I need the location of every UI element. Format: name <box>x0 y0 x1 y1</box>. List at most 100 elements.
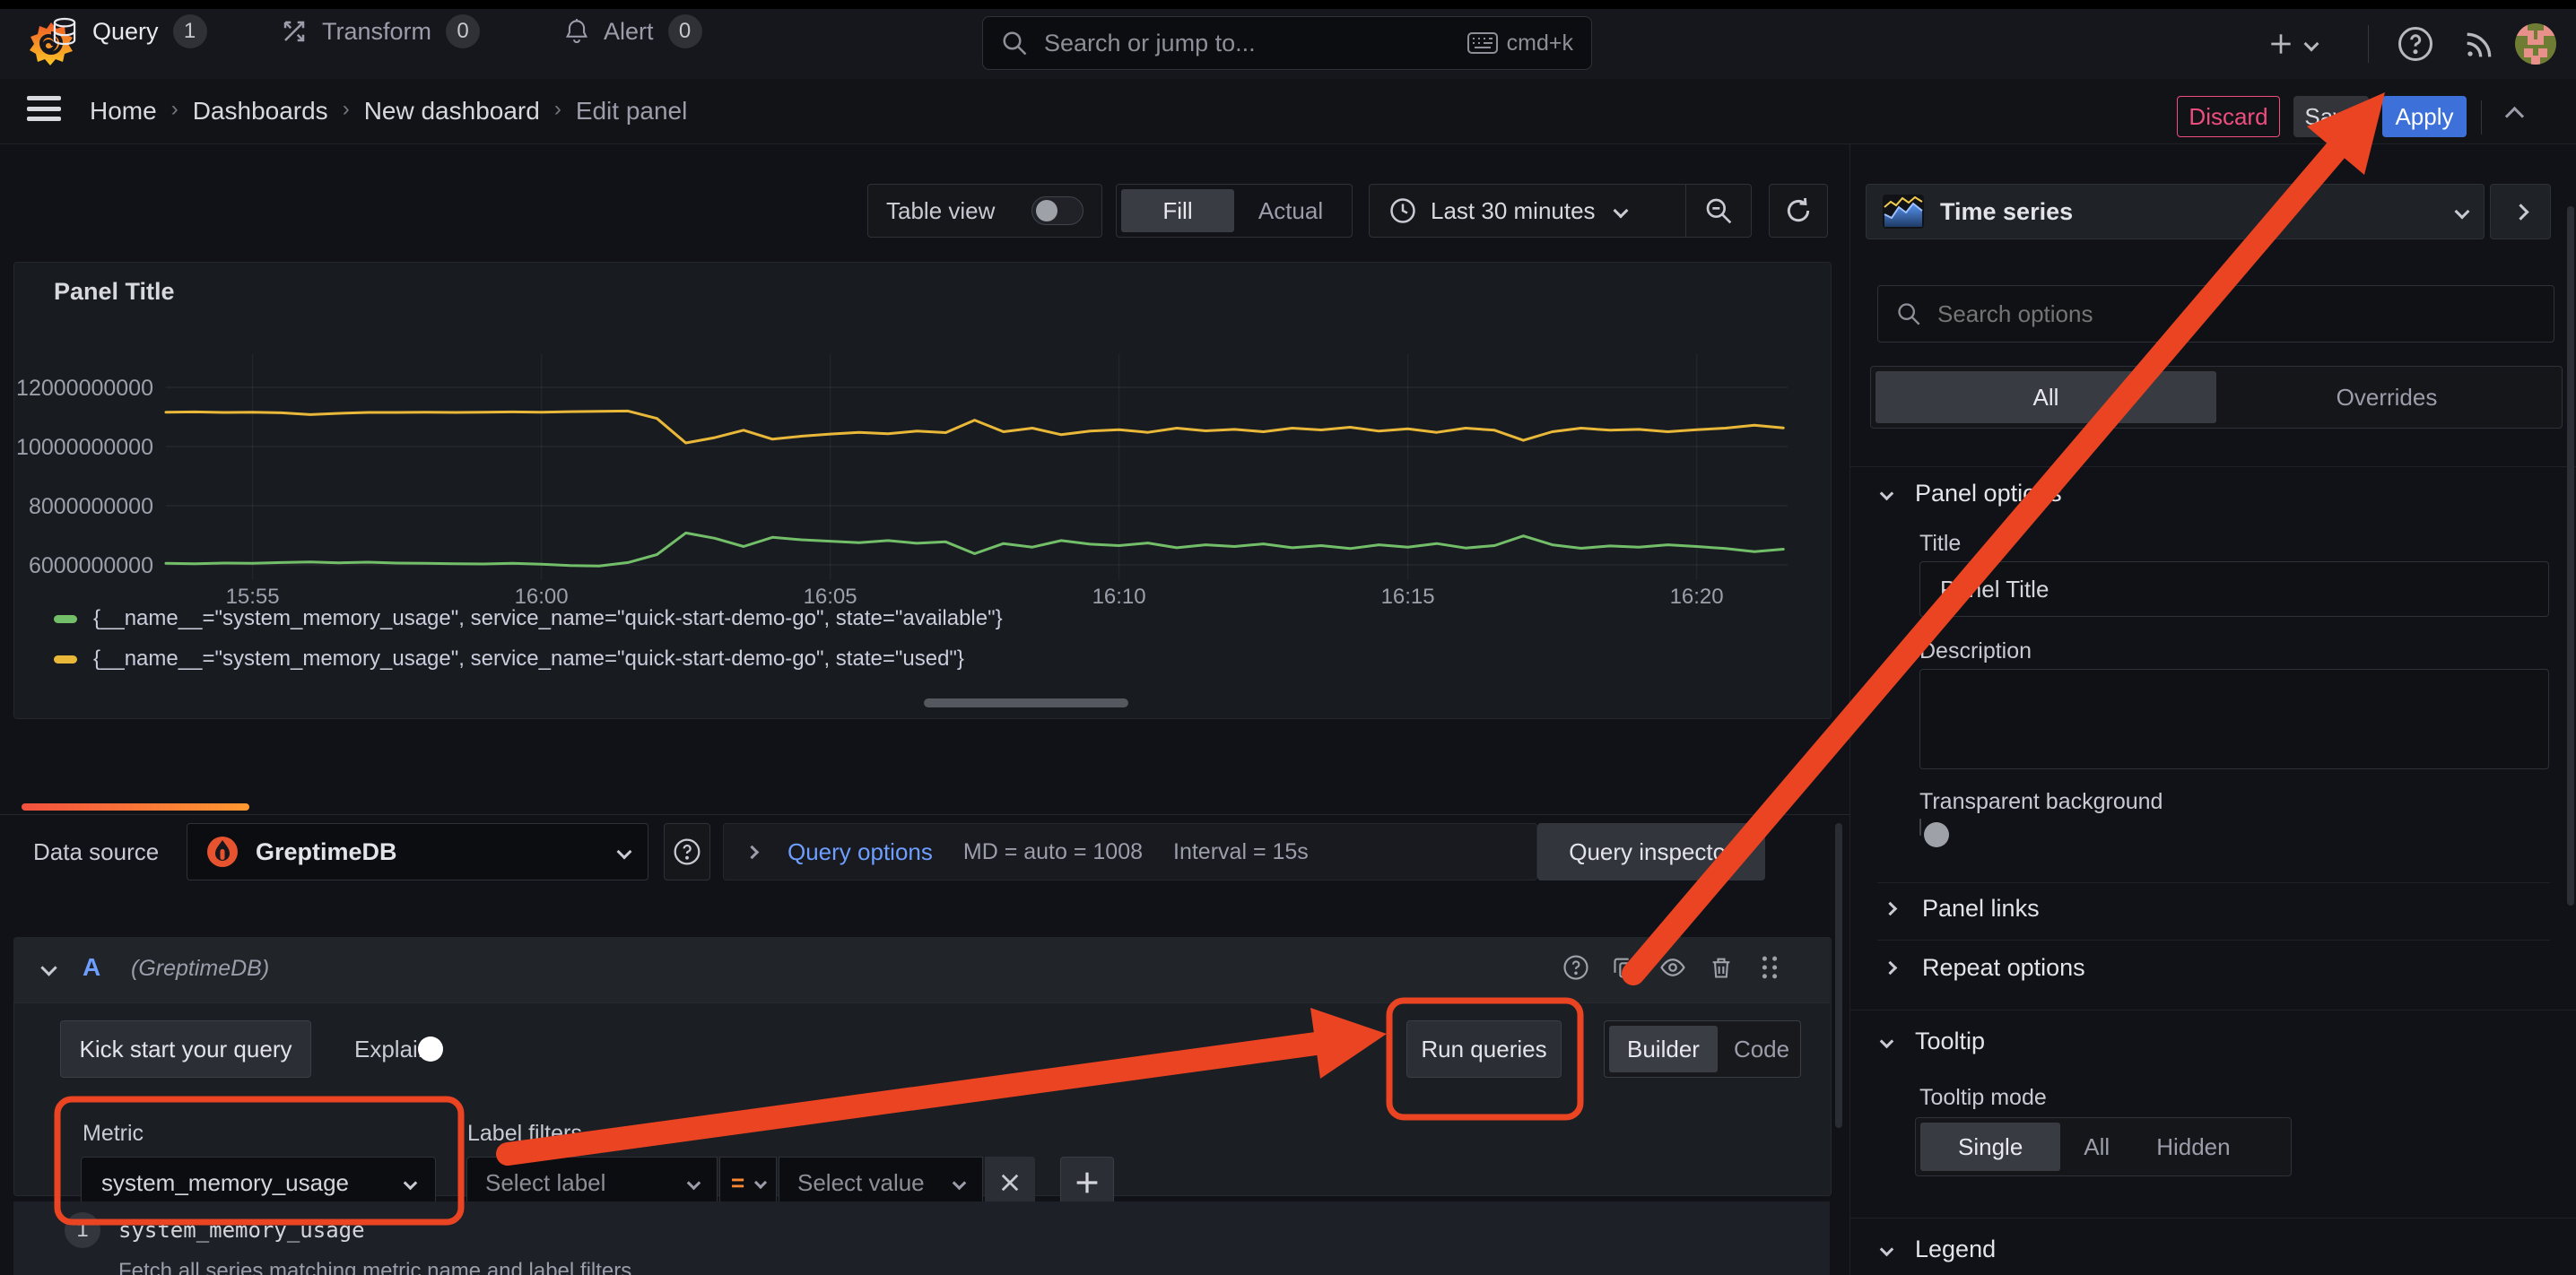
table-view-toggle[interactable] <box>1031 196 1083 225</box>
run-queries-button[interactable]: Run queries <box>1406 1020 1562 1078</box>
close-icon <box>1000 1173 1020 1193</box>
collapse-options-pane-button[interactable] <box>2490 184 2551 239</box>
svg-text:6000000000: 6000000000 <box>29 553 153 578</box>
drag-handle-icon[interactable] <box>1754 952 1785 983</box>
legend-label[interactable]: {__name__="system_memory_usage", service… <box>93 646 964 672</box>
fill-option[interactable]: Fill <box>1121 189 1234 232</box>
delete-query-icon[interactable] <box>1706 952 1736 983</box>
help-icon <box>2397 25 2434 63</box>
series-color-marker <box>54 615 77 623</box>
tooltip-single-option[interactable]: Single <box>1920 1123 2060 1171</box>
legend-label[interactable]: {__name__="system_memory_usage", service… <box>93 606 1003 631</box>
panel-title-input[interactable] <box>1919 561 2549 617</box>
query-help-icon[interactable] <box>1561 952 1591 983</box>
tab-alert[interactable]: Alert 0 <box>564 0 702 63</box>
query-inspector-button[interactable]: Query inspector <box>1537 823 1765 880</box>
collapse-header-button[interactable] <box>2508 109 2521 127</box>
database-icon <box>51 17 78 46</box>
help-button[interactable] <box>2397 25 2434 63</box>
query-row-header[interactable] <box>13 937 1830 1003</box>
query-row-actions <box>1561 952 1785 983</box>
save-button[interactable]: Save <box>2293 96 2369 137</box>
tab-all[interactable]: All <box>1875 371 2216 423</box>
new-menu-button[interactable] <box>2267 23 2317 65</box>
pane-splitter[interactable] <box>1849 143 1850 1275</box>
legend-item[interactable]: {__name__="system_memory_usage", service… <box>54 606 1003 631</box>
transparent-background-label: Transparent background <box>1919 789 2163 815</box>
title-label: Title <box>1919 531 1961 557</box>
refresh-button[interactable] <box>1769 184 1828 238</box>
tooltip-hidden-option[interactable]: Hidden <box>2133 1123 2253 1171</box>
avatar[interactable] <box>2515 23 2556 65</box>
query-ref-id[interactable]: A <box>83 953 100 982</box>
duplicate-query-icon[interactable] <box>1609 952 1640 983</box>
search-options-box[interactable] <box>1877 285 2554 343</box>
panel-links-section-header[interactable]: Panel links <box>1885 895 2040 923</box>
section-divider <box>1877 940 2550 941</box>
breadcrumb-dashboards[interactable]: Dashboards <box>193 97 328 126</box>
datasource-help-button[interactable] <box>664 823 710 880</box>
svg-text:10000000000: 10000000000 <box>16 435 153 460</box>
tab-transform[interactable]: Transform 0 <box>281 0 480 63</box>
search-input[interactable] <box>1042 29 1467 58</box>
mega-menu-button[interactable] <box>27 96 61 121</box>
svg-text:16:15: 16:15 <box>1381 585 1435 609</box>
svg-text:16:10: 16:10 <box>1092 585 1146 609</box>
kick-start-query-button[interactable]: Kick start your query <box>60 1020 311 1078</box>
breadcrumb-separator: › <box>343 97 350 122</box>
query-pane-scrollbar[interactable] <box>1835 823 1842 1128</box>
tab-overrides[interactable]: Overrides <box>2216 371 2557 423</box>
datasource-label: Data source <box>33 838 159 866</box>
all-overrides-tabs: All Overrides <box>1870 366 2563 429</box>
legend-item[interactable]: {__name__="system_memory_usage", service… <box>54 646 964 672</box>
step-number-badge: 1 <box>65 1212 100 1248</box>
apply-button[interactable]: Apply <box>2382 96 2467 137</box>
tooltip-all-option[interactable]: All <box>2060 1123 2133 1171</box>
time-series-viz-icon <box>1883 195 1924 229</box>
time-series-chart[interactable]: 15:5516:0016:0516:1016:1516:201200000000… <box>13 336 1807 610</box>
max-data-points: MD = auto = 1008 <box>963 839 1143 865</box>
legend-section-header[interactable]: Legend <box>1882 1236 1996 1263</box>
transform-count-badge: 0 <box>446 14 480 48</box>
actual-option[interactable]: Actual <box>1234 189 1347 232</box>
breadcrumb-dashboard[interactable]: New dashboard <box>364 97 540 126</box>
tooltip-section-header[interactable]: Tooltip <box>1882 1028 1985 1055</box>
table-view-label: Table view <box>886 197 995 225</box>
legend-horizontal-scrollbar[interactable] <box>924 698 1128 707</box>
time-range-picker[interactable]: Last 30 minutes <box>1370 197 1685 225</box>
search-options-input[interactable] <box>1936 299 2536 329</box>
builder-option[interactable]: Builder <box>1609 1026 1718 1072</box>
breadcrumb-home[interactable]: Home <box>90 97 157 126</box>
help-icon <box>673 837 701 866</box>
visualization-picker[interactable]: Time series <box>1866 184 2485 239</box>
transparent-background-toggle[interactable] <box>1919 819 1921 836</box>
panel-description-input[interactable] <box>1919 669 2549 769</box>
tab-query[interactable]: Query 1 <box>51 0 207 63</box>
chevron-right-icon <box>1884 961 1898 976</box>
repeat-options-section-header[interactable]: Repeat options <box>1885 954 2085 982</box>
query-options-link[interactable]: Query options <box>788 838 933 866</box>
global-search[interactable]: cmd+k <box>982 16 1592 70</box>
section-divider <box>1877 882 2550 883</box>
tooltip-mode-switch: Single All Hidden <box>1915 1117 2292 1176</box>
zoom-out-button[interactable] <box>1686 196 1751 225</box>
code-option[interactable]: Code <box>1718 1026 1806 1072</box>
plus-icon <box>2267 30 2295 58</box>
datasource-picker[interactable]: GreptimeDB <box>187 823 648 880</box>
chevron-right-icon <box>1884 902 1898 916</box>
sidebar-scrollbar[interactable] <box>2567 206 2574 906</box>
breadcrumb-current: Edit panel <box>576 97 688 126</box>
news-button[interactable] <box>2461 27 2497 63</box>
table-view-group: Table view <box>867 184 1102 238</box>
svg-text:16:05: 16:05 <box>804 585 857 609</box>
svg-text:15:55: 15:55 <box>226 585 280 609</box>
discard-button[interactable]: Discard <box>2177 96 2280 137</box>
plus-icon <box>1075 1171 1099 1194</box>
breadcrumb-separator: › <box>554 97 561 122</box>
breadcrumb-separator: › <box>171 97 178 122</box>
visualization-value: Time series <box>1940 198 2441 226</box>
tooltip-mode-label: Tooltip mode <box>1919 1085 2047 1111</box>
panel-options-section-header[interactable]: Panel options <box>1882 480 2062 507</box>
clock-icon <box>1389 197 1416 224</box>
hide-query-icon[interactable] <box>1658 952 1688 983</box>
